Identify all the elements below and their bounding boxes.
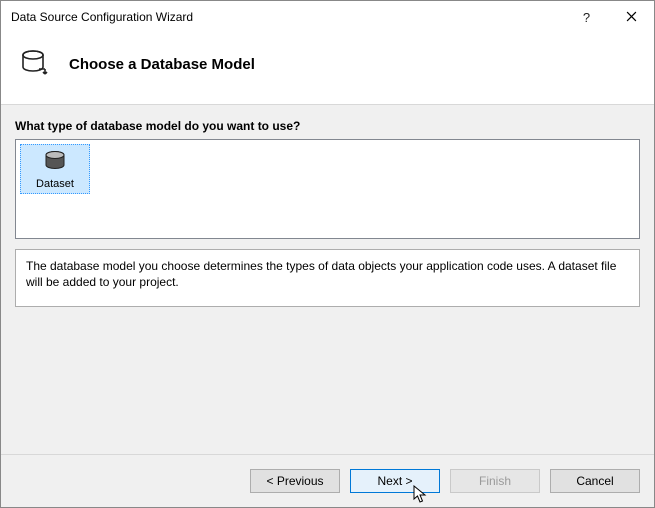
question-label: What type of database model do you want … (15, 119, 640, 133)
cancel-button[interactable]: Cancel (550, 469, 640, 493)
title-bar: Data Source Configuration Wizard ? (1, 1, 654, 33)
wizard-footer: < Previous Next > Finish Cancel (1, 454, 654, 507)
help-button[interactable]: ? (564, 1, 609, 33)
dataset-icon (41, 149, 69, 176)
close-icon (626, 10, 637, 25)
close-button[interactable] (609, 1, 654, 33)
option-dataset[interactable]: Dataset (20, 144, 90, 194)
option-dataset-label: Dataset (36, 178, 74, 190)
next-button[interactable]: Next > (350, 469, 440, 493)
previous-button[interactable]: < Previous (250, 469, 340, 493)
help-icon: ? (583, 10, 590, 25)
content-area: What type of database model do you want … (1, 104, 654, 454)
wizard-header: Choose a Database Model (1, 33, 654, 104)
database-icon (19, 47, 51, 82)
page-title: Choose a Database Model (69, 56, 255, 73)
model-listbox[interactable]: Dataset (15, 139, 640, 239)
description-text: The database model you choose determines… (15, 249, 640, 307)
finish-button[interactable]: Finish (450, 469, 540, 493)
window-title: Data Source Configuration Wizard (11, 10, 564, 24)
